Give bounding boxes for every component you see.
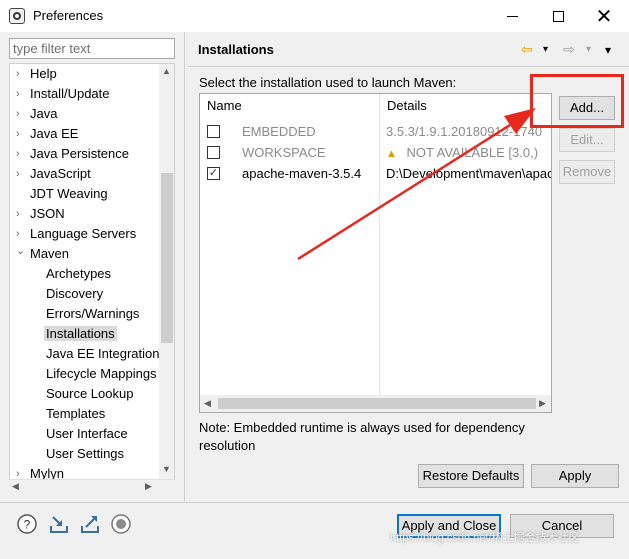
import-icon[interactable] [48, 513, 70, 535]
dialog-content: › Help › Install/Update › Java › Java EE… [0, 32, 629, 559]
tree-item-errors-warnings[interactable]: Errors/Warnings [46, 304, 139, 324]
maximize-icon [552, 10, 564, 22]
maximize-button[interactable] [535, 0, 581, 32]
apply-button[interactable]: Apply [531, 464, 619, 488]
add-button[interactable]: Add... [559, 96, 615, 120]
tree-item-label: Java [30, 106, 58, 121]
expand-arrow-icon[interactable]: › [16, 64, 26, 84]
tree-item-javascript[interactable]: › JavaScript [16, 164, 91, 184]
tree-item-source-lookup[interactable]: Source Lookup [46, 384, 133, 404]
minimize-icon [506, 15, 518, 17]
tree-item-label: User Settings [46, 446, 125, 461]
tree-item-label: Installations [44, 326, 117, 341]
tree-item-lifecycle-mappings[interactable]: Lifecycle Mappings [46, 364, 157, 384]
watermark-text: https://blog.csdn.net/稀土掘金技术社区 [390, 532, 580, 544]
tree-item-language-servers[interactable]: › Language Servers [16, 224, 136, 244]
tree-item-java[interactable]: › Java [16, 104, 57, 124]
remove-button[interactable]: Remove [559, 160, 615, 184]
tree-item-maven[interactable]: ⌄ Maven [16, 244, 69, 264]
filter-input[interactable] [9, 38, 175, 59]
expand-arrow-icon[interactable]: › [16, 104, 26, 124]
close-icon: ✕ [595, 5, 613, 28]
back-arrow-icon[interactable]: ⇦ [521, 41, 533, 58]
scroll-left-icon[interactable]: ◀ [204, 398, 211, 409]
scroll-thumb[interactable] [218, 398, 536, 409]
scroll-up-icon[interactable]: ▲ [162, 66, 171, 76]
tree-item-help[interactable]: › Help [16, 64, 57, 84]
expand-arrow-icon[interactable]: › [16, 204, 26, 224]
scroll-right-icon[interactable]: ▶ [145, 481, 152, 492]
tree-item-label: Java EE Integration [46, 346, 160, 361]
tree-item-label: Lifecycle Mappings [46, 366, 157, 381]
scroll-left-icon[interactable]: ◀ [12, 481, 19, 492]
pane-divider[interactable] [184, 32, 185, 502]
tree-item-user-interface[interactable]: User Interface [46, 424, 128, 444]
tree-item-label: JSON [30, 206, 65, 221]
scroll-right-icon[interactable]: ▶ [539, 398, 546, 409]
scroll-thumb[interactable] [161, 173, 173, 343]
tree-horizontal-scrollbar[interactable]: ◀ ▶ [9, 479, 175, 495]
tree-item-jdt-weaving[interactable]: JDT Weaving [16, 184, 108, 204]
tree-item-label: Archetypes [46, 266, 112, 281]
help-icon[interactable]: ? [16, 513, 38, 535]
tree-item-label: Templates [46, 406, 106, 421]
tree-item-templates[interactable]: Templates [46, 404, 105, 424]
tree-item-installations[interactable]: Installations [44, 324, 117, 344]
row-checkbox[interactable] [207, 125, 220, 138]
back-menu-icon[interactable]: ▾ [543, 44, 548, 55]
expand-arrow-icon[interactable]: › [16, 164, 26, 184]
tree-item-install-update[interactable]: › Install/Update [16, 84, 110, 104]
scroll-down-icon[interactable]: ▼ [162, 464, 171, 474]
header-separator [188, 66, 629, 67]
tree-item-label: Install/Update [30, 86, 110, 101]
tree-item-label: Java EE [30, 126, 79, 141]
tree-item-java-ee[interactable]: › Java EE [16, 124, 78, 144]
tree-vertical-scrollbar[interactable]: ▲ ▼ [159, 64, 174, 494]
record-icon[interactable] [110, 513, 132, 535]
tree-item-label: Discovery [46, 286, 104, 301]
svg-text:?: ? [24, 518, 31, 532]
tree-item-label: Language Servers [30, 226, 137, 241]
tree-item-label: JavaScript [30, 166, 91, 181]
row-checkbox[interactable] [207, 146, 220, 159]
edit-button[interactable]: Edit... [559, 128, 615, 152]
tree-item-user-settings[interactable]: User Settings [46, 444, 124, 464]
expand-arrow-icon[interactable]: › [16, 84, 26, 104]
tree-item-discovery[interactable]: Discovery [46, 284, 103, 304]
close-button[interactable]: ✕ [581, 0, 627, 32]
annotation-arrow-icon [297, 108, 536, 261]
tree-item-label: Maven [30, 246, 70, 261]
preferences-tree: › Help › Install/Update › Java › Java EE… [9, 63, 175, 495]
minimize-button[interactable] [489, 0, 535, 32]
tree-item-json[interactable]: › JSON [16, 204, 65, 224]
title-bar: Preferences ✕ [0, 0, 629, 32]
page-title: Installations [198, 42, 274, 57]
forward-menu-icon[interactable]: ▾ [586, 44, 591, 55]
expand-arrow-icon[interactable]: › [16, 144, 26, 164]
tree-item-label: Java Persistence [30, 146, 129, 161]
view-menu-icon[interactable]: ▾ [605, 43, 611, 57]
collapse-arrow-icon[interactable]: ⌄ [16, 241, 26, 261]
table-horizontal-scrollbar[interactable]: ◀ ▶ [200, 395, 551, 412]
bottom-separator [0, 502, 629, 503]
window-title: Preferences [33, 8, 104, 23]
export-icon[interactable] [79, 513, 101, 535]
tree-item-label: JDT Weaving [30, 186, 108, 201]
row-checkbox-checked[interactable]: ✓ [207, 167, 220, 180]
tree-item-label: Source Lookup [46, 386, 134, 401]
tree-item-archetypes[interactable]: Archetypes [46, 264, 111, 284]
embedded-runtime-note: Note: Embedded runtime is always used fo… [199, 420, 525, 453]
forward-arrow-icon[interactable]: ⇨ [563, 41, 575, 58]
tree-item-java-ee-integration[interactable]: Java EE Integration [46, 344, 159, 364]
tree-item-label: User Interface [46, 426, 128, 441]
expand-arrow-icon[interactable]: › [16, 124, 26, 144]
tree-item-label: Help [30, 66, 57, 81]
tree-item-java-persistence[interactable]: › Java Persistence [16, 144, 129, 164]
restore-defaults-button[interactable]: Restore Defaults [418, 464, 524, 488]
eclipse-app-icon [9, 8, 25, 24]
tree-item-label: Errors/Warnings [46, 306, 140, 321]
